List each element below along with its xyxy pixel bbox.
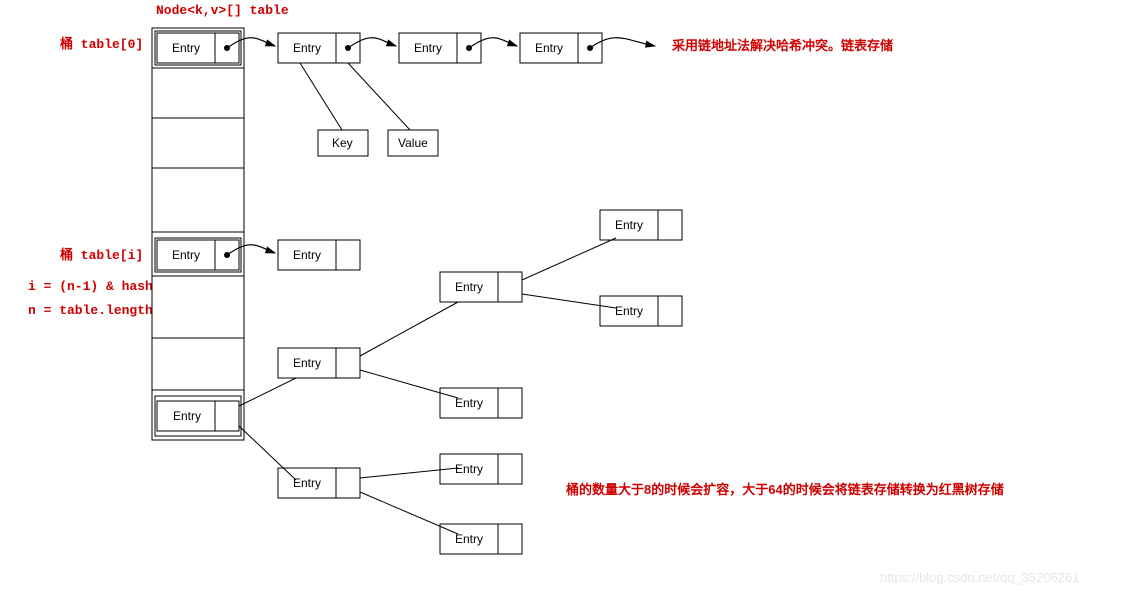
entry-label: Entry <box>172 41 200 55</box>
table-title: Node<k,v>[] table <box>156 3 289 18</box>
entry-label: Entry <box>293 476 321 490</box>
tree-note: 桶的数量大于8的时候会扩容，大于64的时候会将链表存储转换为红黑树存储 <box>565 482 1004 497</box>
watermark: https://blog.csdn.net/qq_35206261 <box>880 570 1080 585</box>
hash-formula: i = (n-1) & hash <box>28 279 153 294</box>
entry-label: Entry <box>172 248 200 262</box>
hashmap-diagram: Node<k,v>[] table 桶 table[0] 桶 table[i] … <box>0 0 1142 592</box>
value-label: Value <box>398 136 428 150</box>
length-formula: n = table.length <box>28 303 153 318</box>
entry-label: Entry <box>455 532 483 546</box>
entry-label: Entry <box>615 304 643 318</box>
entry-label: Entry <box>293 41 321 55</box>
entry-label: Entry <box>293 356 321 370</box>
entry-label: Entry <box>414 41 442 55</box>
row-i-chain: Entry <box>227 240 360 270</box>
entry-label: Entry <box>173 409 201 423</box>
entry-label: Entry <box>535 41 563 55</box>
bucket-i-label: 桶 table[i] <box>59 247 143 263</box>
entry-label: Entry <box>293 248 321 262</box>
table-array: Entry Entry Entry <box>152 28 244 440</box>
entry-label: Entry <box>455 462 483 476</box>
bucket-0-label: 桶 table[0] <box>59 36 143 52</box>
key-value-callout: Key Value <box>300 63 438 156</box>
entry-label: Entry <box>455 280 483 294</box>
entry-label: Entry <box>455 396 483 410</box>
key-label: Key <box>332 136 353 150</box>
linked-list-chain: Entry Entry Entry <box>227 33 655 63</box>
chain-note: 采用链地址法解决哈希冲突。链表存储 <box>671 38 893 53</box>
entry-label: Entry <box>615 218 643 232</box>
